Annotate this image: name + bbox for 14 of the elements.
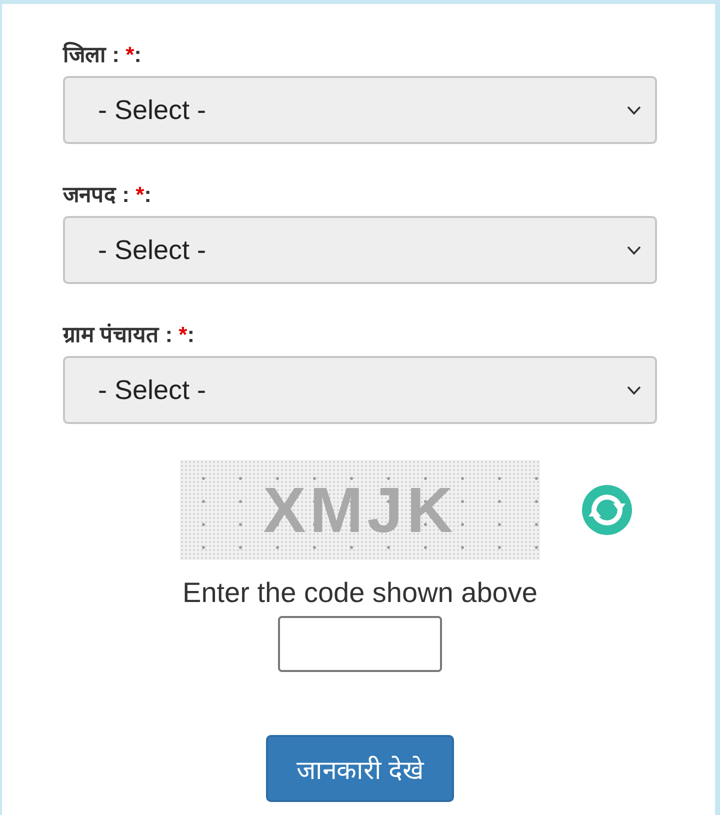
select-dropdown[interactable]: - Select - (63, 216, 657, 284)
field-label: ग्राम पंचायत : *: (63, 321, 195, 349)
chevron-icon (627, 246, 641, 254)
submit-button[interactable]: जानकारी देखे (266, 735, 454, 802)
field-label: जिला : *: (63, 40, 142, 69)
field-label: जनपद : *: (63, 181, 152, 209)
refresh-icon[interactable] (582, 485, 632, 535)
chevron-icon (627, 386, 641, 394)
select-dropdown[interactable]: - Select - (63, 356, 657, 424)
captcha-instruction: Enter the code shown above (182, 576, 538, 610)
captcha-input-field[interactable] (278, 616, 442, 672)
select-dropdown[interactable]: - Select - (63, 76, 657, 144)
captcha-image: XMJK (180, 460, 540, 560)
chevron-icon (627, 106, 641, 114)
